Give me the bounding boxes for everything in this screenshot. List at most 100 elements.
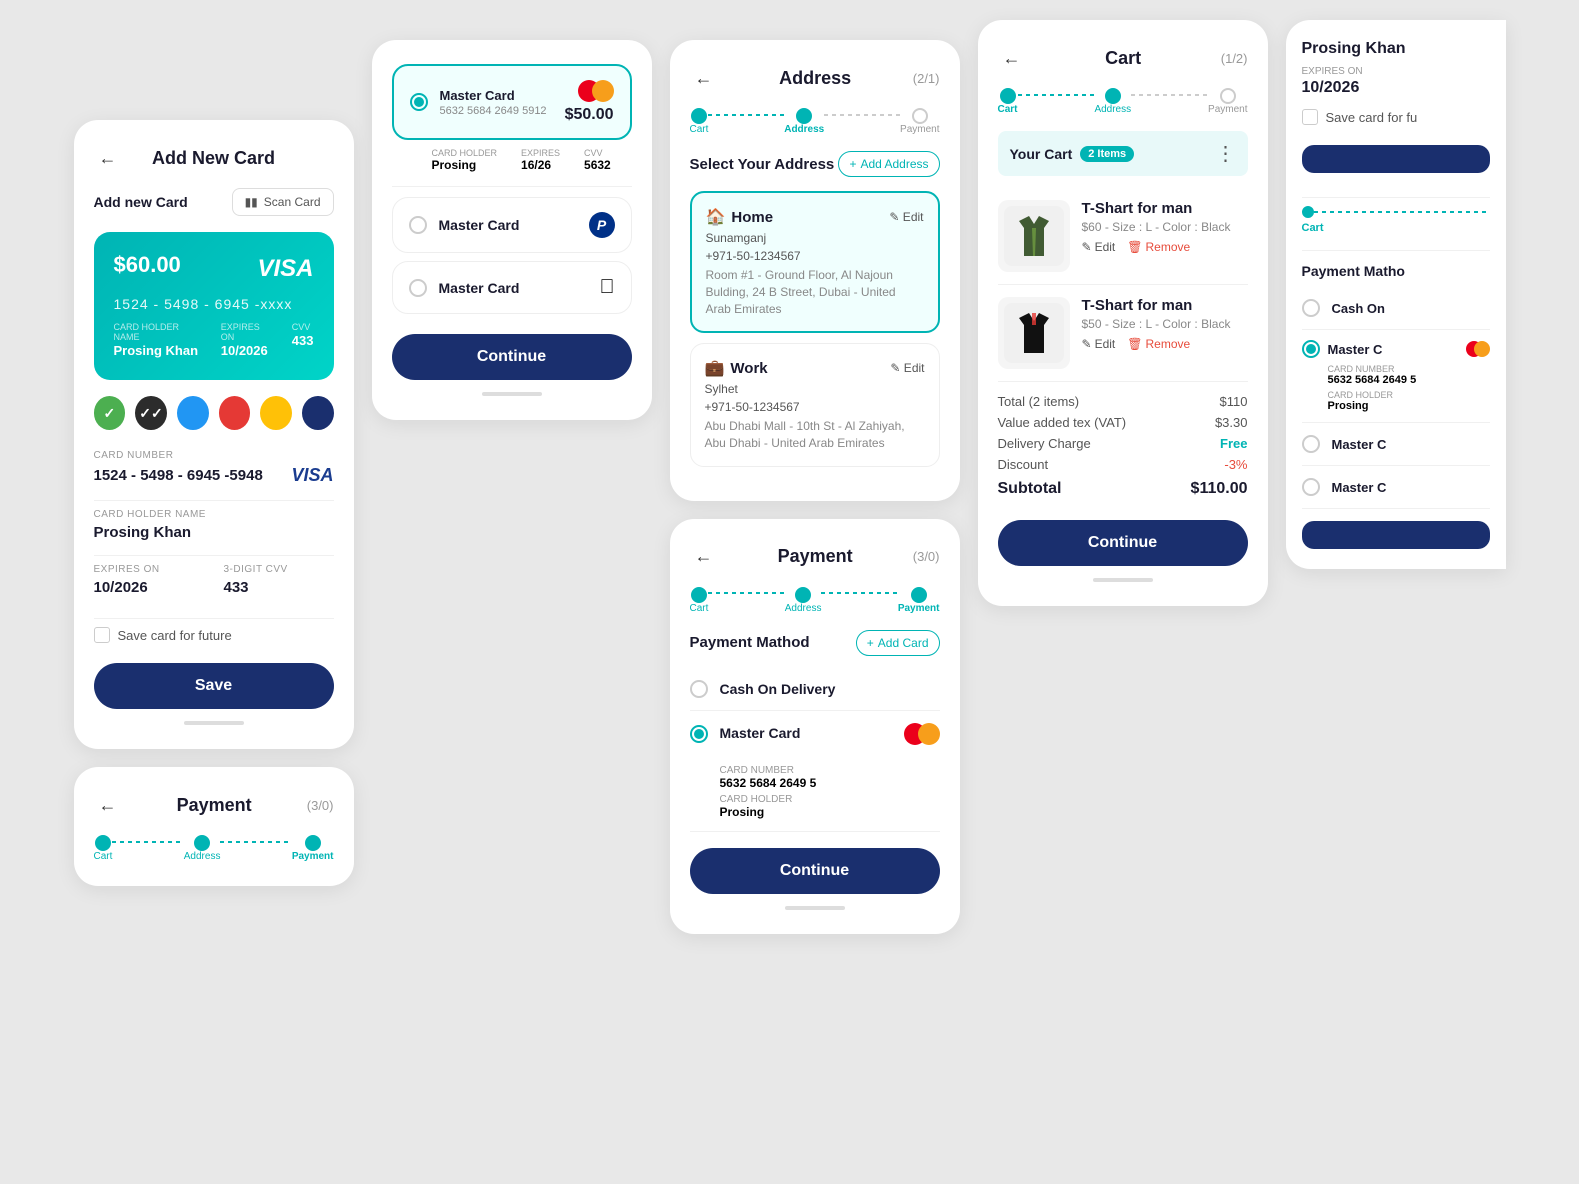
continue-btn-cart[interactable]: Continue [998,520,1248,566]
mc-number-right: 5632 5684 2649 5 [1302,374,1490,386]
cart-panel: ← Cart (1/2) Cart Address Payment [978,20,1268,606]
your-cart-header: Your Cart 2 Items ⋮ [998,131,1248,176]
card-cvv-detail-1: 5632 [584,158,611,172]
payment-method-section-header: Payment Mathod + Add Card [690,630,940,656]
work-name: Sylhet [705,382,925,396]
add-card-label: Add new Card [94,194,188,210]
color-navy[interactable] [302,396,334,430]
payment-method-panel: ← Payment (3/0) Cart Address Payment Pay… [670,519,960,934]
save-button[interactable]: Save [94,663,334,709]
save-checkbox[interactable] [94,627,110,643]
card-name-1: Master Card [440,88,547,103]
cash-label-right: Cash On [1332,301,1385,316]
back-btn-address[interactable]: ← [690,64,718,92]
card-cvv-detail: CVV 433 [292,322,314,360]
mc-option-2-right[interactable]: Master C [1302,423,1490,466]
cart-item-img-1 [998,200,1070,272]
subtotal-row: Subtotal $110.00 [998,480,1248,498]
edit-item-2[interactable]: ✎ Edit [1082,337,1116,351]
back-btn-cart[interactable]: ← [998,44,1026,72]
cvv-field: 3-DIGIT CVV 433 [224,564,334,596]
work-address: Abu Dhabi Mall - 10th St - Al Zahiyah, A… [705,418,925,452]
credit-card-visual: $60.00 VISA 1524 - 5498 - 6945 -xxxx CAR… [94,232,334,380]
remove-item-1[interactable]: 🗑 Remove [1127,240,1190,254]
cart-stepper: Cart Address Payment [998,88,1248,115]
address-work[interactable]: 💼 Work ✎ Edit Sylhet +971-50-1234567 Abu… [690,343,940,467]
home-icon: 🏠 [706,207,726,227]
scan-card-button[interactable]: ▮▮ Scan Card [232,188,334,216]
tshirt-svg-2 [1004,303,1064,363]
select-address-header: Select Your Address + Add Address [690,151,940,177]
color-yellow[interactable] [260,396,292,430]
card-item-selected[interactable]: Master Card 5632 5684 2649 5912 $50.00 [392,64,632,140]
color-green[interactable] [94,396,126,430]
radio-mc-right [1302,340,1320,358]
card-number-1: 5632 5684 2649 5912 [440,105,547,117]
add-address-button[interactable]: + Add Address [838,151,939,177]
item-desc-1: $60 - Size : L - Color : Black [1082,220,1248,234]
address-title: Address [718,68,913,89]
mc-holder-right: Prosing [1302,400,1490,412]
cart-more-button[interactable]: ⋮ [1216,141,1236,166]
panel-header: ← Add New Card [94,144,334,172]
payment-method-label: Payment Mathod [690,634,810,651]
mc-option-3-right[interactable]: Master C [1302,466,1490,509]
edit-item-1[interactable]: ✎ Edit [1082,240,1116,254]
tshirt-svg-1 [1004,206,1064,266]
card-amount: $60.00 [114,252,181,278]
card-item-paypal[interactable]: Master Card P [392,197,632,253]
edit-home[interactable]: ✎ Edit [889,210,923,224]
back-button-payment[interactable]: ← [94,791,122,819]
color-blue[interactable] [177,396,209,430]
save-card-checkbox[interactable] [1302,109,1318,125]
back-button[interactable]: ← [94,144,122,172]
cart-header: ← Cart (1/2) [998,44,1248,72]
back-btn-payment-method[interactable]: ← [690,543,718,571]
home-name: Sunamganj [706,231,924,245]
mastercard-selected-right[interactable]: Master C Card Number 5632 5684 2649 5 Ca… [1302,330,1490,423]
mc2-label-right: Master C [1332,437,1387,452]
card-item-apple[interactable]: Master Card  [392,261,632,314]
continue-button-payment[interactable]: Continue [690,848,940,894]
cart-item-2: T-Shart for man $50 - Size : L - Color :… [998,285,1248,382]
vat-row: Value added tex (VAT) $3.30 [998,415,1248,430]
cart-item-1: T-Shart for man $60 - Size : L - Color :… [998,188,1248,285]
radio-mc2-right [1302,435,1320,453]
page-indicator: (3/0) [307,798,334,813]
expires-label-right: EXPIRES ON [1302,66,1490,77]
color-red[interactable] [219,396,251,430]
card-detail-row: Card Holder Prosing Expires 16/26 CVV 56… [392,148,632,187]
remove-item-2[interactable]: 🗑 Remove [1127,337,1190,351]
save-card-row: Save card for fu [1302,109,1490,125]
edit-work[interactable]: ✎ Edit [890,361,924,375]
radio-mastercard-payment [690,725,708,743]
scroll-indicator-col3 [785,906,845,910]
cash-option-right[interactable]: Cash On [1302,287,1490,330]
mastercard-option[interactable]: Master Card Card Number 5632 5684 2649 5… [690,711,940,832]
column-1: ← Add New Card Add new Card ▮▮ Scan Card… [74,120,354,886]
delivery-row: Delivery Charge Free [998,436,1248,451]
scan-icon: ▮▮ [245,195,258,209]
mini-stepper [1302,206,1490,218]
discount-row: Discount -3% [998,457,1248,472]
plus-icon: + [849,157,856,171]
radio-mastercard-1 [410,93,428,111]
continue-btn-right[interactable] [1302,145,1490,173]
card-holder-field: CARD HOLDER NAME Prosing Khan [94,509,334,541]
right-partial-panel: Prosing Khan EXPIRES ON 10/2026 Save car… [1286,20,1506,569]
cart-page: (1/2) [1221,51,1248,66]
user-name-display: Prosing Khan [1302,40,1490,58]
add-card-button-payment[interactable]: + Add Card [856,630,940,656]
continue-button-col2[interactable]: Continue [392,334,632,380]
add-card-header: Add new Card ▮▮ Scan Card [94,188,334,216]
address-home[interactable]: 🏠 Home ✎ Edit Sunamganj +971-50-1234567 … [690,191,940,333]
bottom-btn-right[interactable] [1302,521,1490,549]
card-expires-detail-1: 16/26 [521,158,560,172]
cash-option[interactable]: Cash On Delivery [690,668,940,711]
color-black[interactable]: ✓ [135,396,167,430]
card-name-apple: Master Card [439,280,520,296]
stepper: Cart Address Payment [94,835,334,862]
radio-apple [409,279,427,297]
card-name-paypal: Master Card [439,217,520,233]
select-addr-title: Select Your Address [690,156,835,173]
